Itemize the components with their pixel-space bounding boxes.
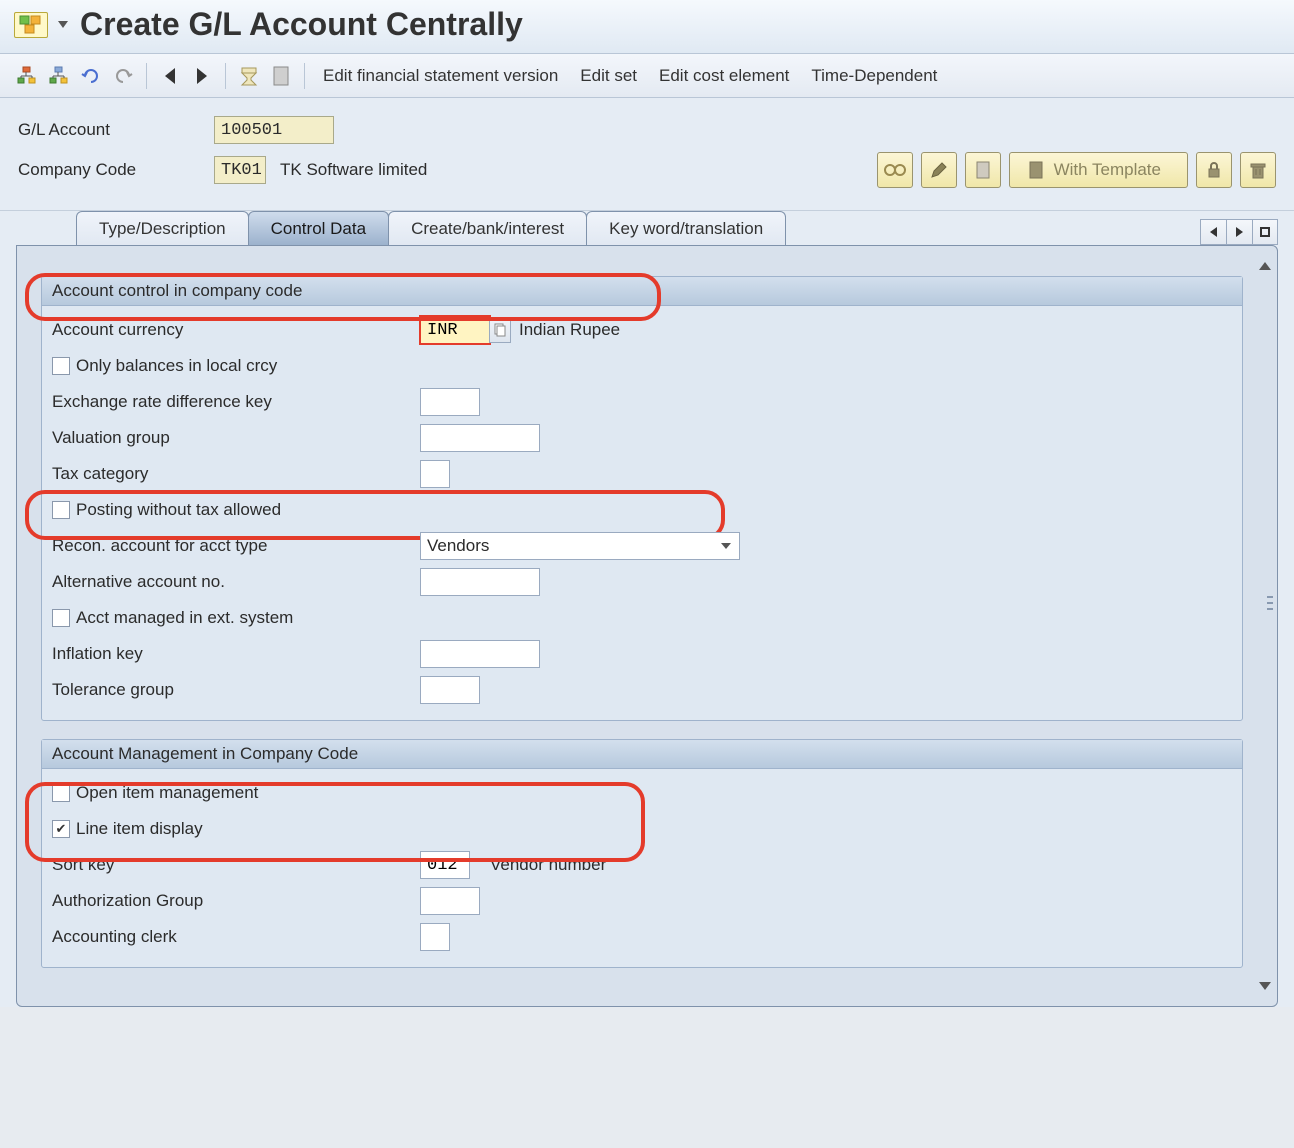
- edit-button[interactable]: [921, 152, 957, 188]
- group-account-control: Account control in company code Account …: [41, 276, 1243, 721]
- acct-ext-label: Acct managed in ext. system: [76, 608, 293, 628]
- new-document-button[interactable]: [965, 152, 1001, 188]
- application-toolbar: Edit financial statement version Edit se…: [0, 54, 1294, 98]
- display-button[interactable]: [877, 152, 913, 188]
- screen-options-icon[interactable]: [14, 12, 48, 38]
- exch-rate-label: Exchange rate difference key: [52, 392, 420, 412]
- tax-category-input[interactable]: [420, 460, 450, 488]
- tab-scroll-left-icon[interactable]: [1200, 219, 1226, 245]
- header-actions: With Template: [877, 152, 1276, 188]
- prev-icon[interactable]: [157, 63, 183, 89]
- header-form: G/L Account 100501 Company Code TK01 TK …: [0, 98, 1294, 211]
- inflation-key-input[interactable]: [420, 640, 540, 668]
- toolbar-separator: [225, 63, 226, 89]
- auth-group-label: Authorization Group: [52, 891, 420, 911]
- posting-without-tax-checkbox[interactable]: [52, 501, 70, 519]
- account-currency-desc: Indian Rupee: [519, 320, 620, 340]
- line-item-label: Line item display: [76, 819, 203, 839]
- tab-type-description[interactable]: Type/Description: [76, 211, 249, 245]
- sort-key-label: Sort key: [52, 855, 420, 875]
- group-title: Account control in company code: [42, 277, 1242, 306]
- exch-rate-input[interactable]: [420, 388, 480, 416]
- next-icon[interactable]: [189, 63, 215, 89]
- lock-button[interactable]: [1196, 152, 1232, 188]
- acct-clerk-label: Accounting clerk: [52, 927, 420, 947]
- acct-clerk-input[interactable]: [420, 923, 450, 951]
- gl-account-input[interactable]: 100501: [214, 116, 334, 144]
- with-template-label: With Template: [1054, 160, 1161, 180]
- line-item-checkbox[interactable]: [52, 820, 70, 838]
- tab-scroll-nav: [1200, 219, 1278, 245]
- sort-key-desc: Vendor number: [490, 855, 606, 875]
- account-currency-input[interactable]: [420, 316, 490, 344]
- document-icon[interactable]: [268, 63, 294, 89]
- tolerance-group-input[interactable]: [420, 676, 480, 704]
- only-balances-label: Only balances in local crcy: [76, 356, 277, 376]
- open-item-checkbox[interactable]: [52, 784, 70, 802]
- title-bar: Create G/L Account Centrally: [0, 0, 1294, 54]
- auth-group-input[interactable]: [420, 887, 480, 915]
- hierarchy2-icon[interactable]: [46, 63, 72, 89]
- toolbar-edit-cost[interactable]: Edit cost element: [651, 66, 797, 86]
- alt-account-input[interactable]: [420, 568, 540, 596]
- title-dropdown-icon[interactable]: [58, 21, 68, 28]
- toolbar-separator: [146, 63, 147, 89]
- acct-ext-checkbox[interactable]: [52, 609, 70, 627]
- page-title: Create G/L Account Centrally: [80, 6, 523, 43]
- account-currency-label: Account currency: [52, 320, 420, 340]
- company-code-label: Company Code: [18, 160, 214, 180]
- alt-account-label: Alternative account no.: [52, 572, 420, 592]
- chevron-down-icon: [721, 543, 731, 549]
- recon-account-value: Vendors: [427, 536, 489, 556]
- toolbar-time-dep[interactable]: Time-Dependent: [803, 66, 945, 86]
- company-code-input[interactable]: TK01: [214, 156, 266, 184]
- tab-strip: Type/Description Control Data Create/ban…: [16, 211, 1278, 245]
- undo-icon[interactable]: [110, 63, 136, 89]
- group-title: Account Management in Company Code: [42, 740, 1242, 769]
- loop-icon[interactable]: [78, 63, 104, 89]
- posting-without-tax-label: Posting without tax allowed: [76, 500, 281, 520]
- time-icon[interactable]: [236, 63, 262, 89]
- group-account-management: Account Management in Company Code Open …: [41, 739, 1243, 968]
- delete-button[interactable]: [1240, 152, 1276, 188]
- company-name: TK Software limited: [280, 160, 427, 180]
- tab-scroll-right-icon[interactable]: [1226, 219, 1252, 245]
- inflation-key-label: Inflation key: [52, 644, 420, 664]
- valuation-group-label: Valuation group: [52, 428, 420, 448]
- f4-help-icon[interactable]: [489, 317, 511, 343]
- gl-account-label: G/L Account: [18, 120, 214, 140]
- toolbar-separator: [304, 63, 305, 89]
- sort-key-input[interactable]: [420, 851, 470, 879]
- tab-overview-icon[interactable]: [1252, 219, 1278, 245]
- with-template-button[interactable]: With Template: [1009, 152, 1188, 188]
- tab-control-data[interactable]: Control Data: [248, 211, 389, 245]
- toolbar-edit-set[interactable]: Edit set: [572, 66, 645, 86]
- open-item-label: Open item management: [76, 783, 258, 803]
- only-balances-checkbox[interactable]: [52, 357, 70, 375]
- recon-label: Recon. account for acct type: [52, 536, 420, 556]
- hierarchy-icon[interactable]: [14, 63, 40, 89]
- recon-account-select[interactable]: Vendors: [420, 532, 740, 560]
- valuation-group-input[interactable]: [420, 424, 540, 452]
- tab-create-bank-interest[interactable]: Create/bank/interest: [388, 211, 587, 245]
- tab-panel: Account control in company code Account …: [16, 245, 1278, 1007]
- toolbar-edit-fs[interactable]: Edit financial statement version: [315, 66, 566, 86]
- tolerance-group-label: Tolerance group: [52, 680, 420, 700]
- tax-category-label: Tax category: [52, 464, 420, 484]
- tab-keyword-translation[interactable]: Key word/translation: [586, 211, 786, 245]
